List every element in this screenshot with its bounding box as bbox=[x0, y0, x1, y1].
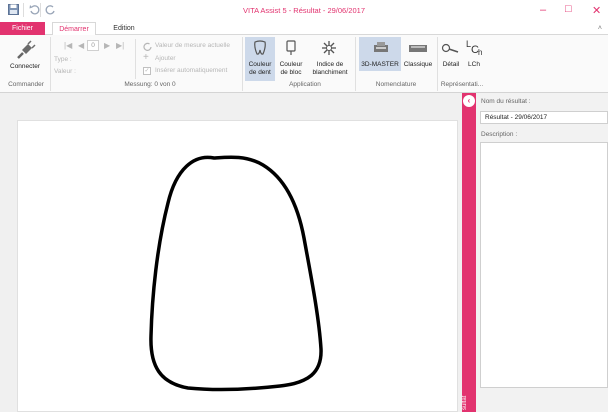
connect-button[interactable]: Connecter bbox=[6, 63, 44, 71]
window-title: VITA Assist 5 - Résultat - 29/06/2017 bbox=[242, 6, 365, 15]
classic-button[interactable]: Classique bbox=[402, 61, 434, 69]
description-label: Description : bbox=[481, 131, 518, 138]
collapse-panel-icon[interactable]: ‹ bbox=[463, 95, 475, 107]
group-label-application: Application bbox=[289, 81, 321, 88]
checkbox-icon[interactable]: ✓ bbox=[143, 67, 151, 75]
side-panel-tab-label: sultat bbox=[462, 395, 468, 410]
tooth-icon bbox=[253, 40, 267, 58]
group-separator bbox=[242, 37, 243, 91]
tab-start[interactable]: Démarrer bbox=[52, 22, 96, 35]
group-label-commander: Commander bbox=[8, 81, 44, 88]
detail-button[interactable]: Détail bbox=[440, 61, 462, 69]
tooth-outline-drawing bbox=[149, 155, 323, 392]
lch-button[interactable]: LCh bbox=[464, 61, 484, 69]
description-textarea[interactable] bbox=[480, 142, 608, 388]
whitening-label-1[interactable]: Indice de bbox=[308, 61, 352, 69]
shade-guide-icon bbox=[373, 41, 389, 55]
current-value-button[interactable]: Valeur de mesure actuelle bbox=[155, 42, 230, 49]
collapse-ribbon-icon[interactable]: ˄ bbox=[598, 22, 602, 35]
tooth-color-label-2: de dent bbox=[249, 69, 271, 76]
type-label: Type : bbox=[54, 56, 72, 63]
detail-icon bbox=[441, 42, 459, 58]
block-icon bbox=[284, 40, 298, 58]
next-icon: ▶ bbox=[104, 41, 111, 50]
classic-guide-icon bbox=[408, 43, 428, 55]
measurement-counter[interactable]: 0 bbox=[87, 40, 99, 51]
last-icon: ▶| bbox=[116, 41, 125, 50]
result-name-input[interactable] bbox=[480, 111, 608, 124]
svg-text:h: h bbox=[478, 48, 482, 57]
tooth-color-label-1: Couleur bbox=[248, 61, 272, 68]
add-button[interactable]: Ajouter bbox=[155, 55, 176, 62]
master-label: 3D-MASTER bbox=[361, 61, 399, 68]
block-color-label-1[interactable]: Couleur bbox=[277, 61, 305, 69]
lch-icon: LCh bbox=[464, 37, 484, 59]
tab-file[interactable]: Fichier bbox=[0, 22, 45, 35]
maximize-button[interactable]: □ bbox=[565, 3, 572, 15]
add-icon: + bbox=[143, 52, 149, 63]
whitening-icon bbox=[321, 40, 337, 58]
group-label-nomenclature: Nomenclature bbox=[375, 81, 417, 88]
whitening-label-2[interactable]: blanchiment bbox=[308, 69, 352, 77]
previous-icon: ◀ bbox=[78, 41, 85, 50]
separator bbox=[135, 39, 136, 79]
group-label-measurement: Messung: 0 von 0 bbox=[124, 81, 176, 88]
auto-insert-checkbox[interactable]: Insérer automatiquement bbox=[155, 67, 227, 74]
side-panel-tab-strip[interactable] bbox=[462, 93, 476, 412]
group-separator bbox=[355, 37, 356, 91]
group-separator bbox=[50, 37, 51, 91]
group-label-representation: Représentati... bbox=[440, 81, 484, 88]
value-label: Valeur : bbox=[54, 68, 76, 75]
minimize-button[interactable]: – bbox=[540, 4, 546, 16]
first-icon: |◀ bbox=[64, 41, 73, 50]
tab-edition[interactable]: Edition bbox=[104, 22, 144, 35]
drawing-canvas[interactable] bbox=[17, 120, 458, 412]
connect-plug-icon bbox=[14, 40, 36, 64]
block-color-label-2[interactable]: de bloc bbox=[277, 69, 305, 77]
close-button[interactable]: ✕ bbox=[592, 4, 601, 17]
result-name-label: Nom du résultat : bbox=[481, 98, 531, 105]
